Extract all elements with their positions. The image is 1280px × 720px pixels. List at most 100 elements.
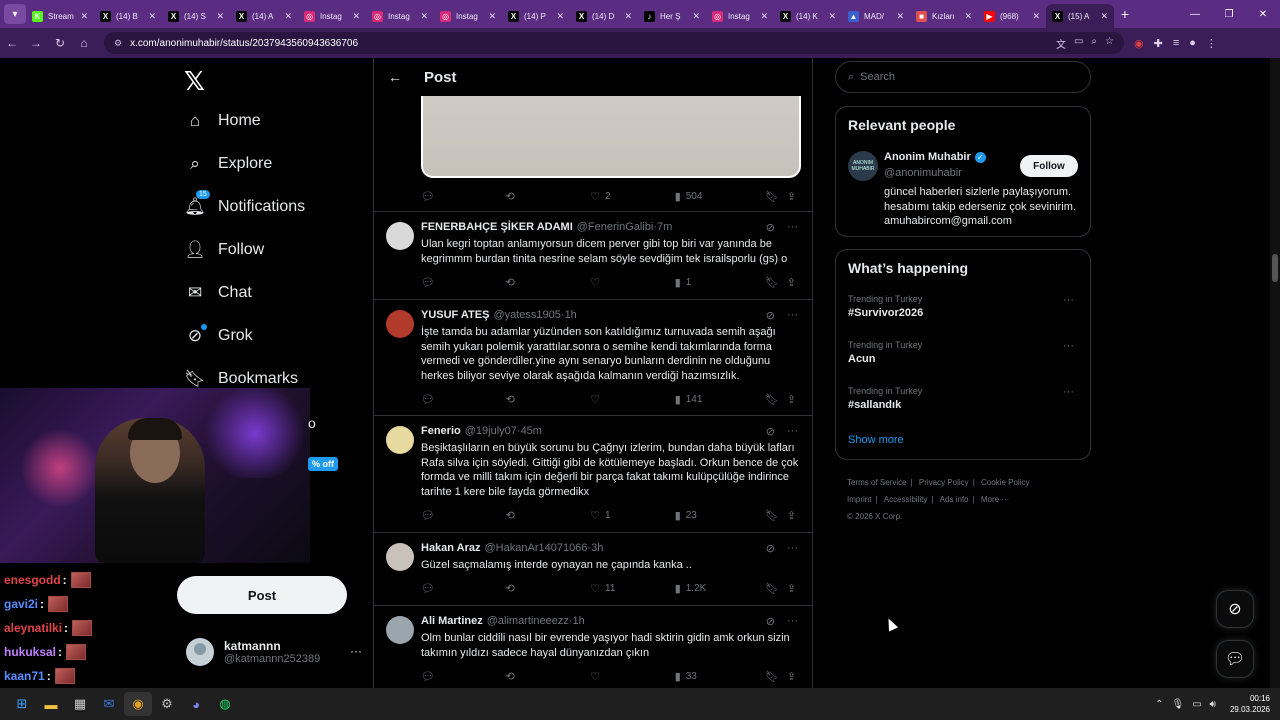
like-button[interactable]: ♡	[590, 276, 675, 289]
bookmark-button[interactable]: 🔖︎	[765, 393, 787, 406]
browser-tab[interactable]: X (14) S ✕	[162, 4, 230, 28]
bookmark-icon[interactable]: 🔖︎	[765, 190, 787, 203]
author-name[interactable]: Ali Martinez	[421, 615, 483, 627]
close-tab-icon[interactable]: ✕	[284, 11, 292, 22]
profile-icon[interactable]: ●	[1189, 37, 1196, 50]
sidebar-item-explore[interactable]: ⌕ Explore	[184, 153, 272, 175]
timestamp[interactable]: 1h	[565, 309, 577, 321]
bookmark-button[interactable]: 🔖︎	[765, 670, 787, 683]
browser-tab[interactable]: ◎ Instag ✕	[366, 4, 434, 28]
share-button[interactable]: ⇪	[787, 582, 801, 595]
retweet-icon[interactable]: ⟲	[506, 190, 591, 203]
views-button[interactable]: ▮ 23	[675, 509, 765, 522]
grok-explain-icon[interactable]: ⊘	[766, 425, 775, 438]
more-icon[interactable]: ···	[787, 425, 798, 438]
author-name[interactable]: YUSUF ATEŞ	[421, 309, 489, 321]
star-icon[interactable]: ☆	[1105, 36, 1114, 51]
reply-button[interactable]: 💬︎	[421, 509, 506, 522]
reply-tweet[interactable]: Hakan Araz @HakanAr14071066 · 3h ⊘ ··· Güzel…	[374, 532, 812, 605]
author-name[interactable]: FENERBAHÇE ŞİKER ADAMI	[421, 221, 573, 233]
close-tab-icon[interactable]: ✕	[964, 11, 972, 22]
share-button[interactable]: ⇪	[787, 276, 801, 289]
like-button[interactable]: ♡ 1	[590, 509, 675, 522]
browser-tab[interactable]: X (14) A ✕	[230, 4, 298, 28]
sidebar-item-bookmarks[interactable]: 🔖︎ Bookmarks	[184, 368, 298, 390]
forward-icon[interactable]: →	[24, 36, 48, 50]
avatar[interactable]	[386, 616, 414, 644]
reply-tweet[interactable]: Fenerio @19july07 · 45m ⊘ ··· Beşiktaşlıları…	[374, 415, 812, 532]
author-name[interactable]: Hakan Araz	[421, 542, 481, 554]
reply-tweet[interactable]: YUSUF ATEŞ @yatess1905 · 1h ⊘ ··· İşte tamda…	[374, 299, 812, 415]
bookmark-button[interactable]: 🔖︎	[765, 582, 787, 595]
sidebar-item-chat[interactable]: ✉ Chat	[184, 282, 252, 304]
puzzle-icon[interactable]: ✚	[1154, 37, 1163, 50]
retweet-button[interactable]: ⟲	[506, 582, 591, 595]
sidebar-item-follow[interactable]: 👤︎ Follow	[184, 239, 264, 261]
share-button[interactable]: ⇪	[787, 393, 801, 406]
close-window-button[interactable]: ✕	[1246, 9, 1280, 20]
close-tab-icon[interactable]: ✕	[624, 11, 632, 22]
footer-link[interactable]: Accessibility	[884, 495, 928, 504]
browser-tab[interactable]: K Stream ✕	[26, 4, 94, 28]
reply-button[interactable]: 💬︎	[421, 276, 506, 289]
more-icon[interactable]: ···	[1063, 294, 1074, 306]
media-icon[interactable]: ≡	[1173, 37, 1179, 50]
timestamp[interactable]: 45m	[521, 425, 542, 437]
scrollbar-thumb[interactable]	[1272, 254, 1278, 282]
extension-icon[interactable]: ◉	[1134, 37, 1144, 50]
footer-link[interactable]: Ads info	[940, 495, 969, 504]
close-tab-icon[interactable]: ✕	[352, 11, 360, 22]
tab-search-dropdown[interactable]: ▾	[4, 4, 26, 24]
views-button[interactable]: ▮ 1.2K	[675, 582, 765, 595]
reply-icon[interactable]: 💬︎	[421, 190, 506, 203]
share-button[interactable]: ⇪	[787, 670, 801, 683]
footer-link[interactable]: Privacy Policy	[919, 478, 969, 487]
translate-icon[interactable]: 文	[1056, 36, 1066, 51]
account-switcher[interactable]: katmannn @katmannn252389 ···	[186, 638, 366, 666]
url-bar[interactable]: ⚙ x.com/anonimuhabir/status/203794356094…	[104, 32, 1124, 54]
reload-icon[interactable]: ↻	[48, 36, 72, 50]
browser-tab[interactable]: ▶ (968) ✕	[978, 4, 1046, 28]
more-icon[interactable]: ···	[787, 615, 798, 628]
chrome-icon[interactable]: ◉	[124, 692, 152, 716]
new-tab-button[interactable]: +	[1114, 6, 1136, 22]
reply-button[interactable]: 💬︎	[421, 393, 506, 406]
browser-tab[interactable]: X (15) A ✕	[1046, 4, 1114, 28]
show-more-link[interactable]: Show more	[848, 434, 904, 446]
home-button-icon[interactable]: ⌂	[72, 36, 96, 50]
retweet-button[interactable]: ⟲	[506, 393, 591, 406]
person-name[interactable]: Anonim Muhabir ✓	[884, 151, 986, 163]
like-button[interactable]: ♡	[590, 670, 675, 683]
browser-tab[interactable]: ◎ Instag ✕	[706, 4, 774, 28]
close-tab-icon[interactable]: ✕	[760, 11, 768, 22]
browser-tab[interactable]: X (14) B ✕	[94, 4, 162, 28]
grok-fab-icon[interactable]: ⊘	[1216, 590, 1254, 628]
browser-tab[interactable]: ♪ Her Ş ✕	[638, 4, 706, 28]
outlook-icon[interactable]: ✉	[95, 692, 123, 716]
like-button[interactable]: ♡	[590, 393, 675, 406]
retweet-button[interactable]: ⟲	[506, 670, 591, 683]
start-icon[interactable]: ⊞	[8, 692, 36, 716]
avatar[interactable]	[386, 543, 414, 571]
messages-fab-icon[interactable]: 💬︎	[1216, 640, 1254, 678]
restore-button[interactable]: ❐	[1212, 9, 1246, 20]
close-tab-icon[interactable]: ✕	[828, 11, 836, 22]
sidebar-item-grok[interactable]: ⊘ Grok	[184, 324, 253, 347]
browser-tab[interactable]: X (14) D ✕	[570, 4, 638, 28]
avatar[interactable]: ANONIM MUHABIR	[848, 151, 878, 181]
avatar[interactable]	[386, 222, 414, 250]
more-icon[interactable]: ···	[787, 542, 798, 555]
grok-explain-icon[interactable]: ⊘	[766, 221, 775, 234]
close-tab-icon[interactable]: ✕	[692, 11, 700, 22]
browser-tab[interactable]: X (14) K ✕	[774, 4, 842, 28]
volume-icon[interactable]: 🔊︎	[1210, 699, 1216, 710]
steam-icon[interactable]: ⚙	[153, 692, 181, 716]
back-icon[interactable]: ←	[0, 36, 24, 50]
reply-tweet[interactable]: Ali Martinez @alimartineeezz · 1h ⊘ ··· Olm …	[374, 605, 812, 688]
bookmark-button[interactable]: 🔖︎	[765, 509, 787, 522]
file-explorer-icon[interactable]: ▬	[37, 692, 65, 716]
post-image[interactable]	[421, 96, 801, 178]
network-icon[interactable]: ▭	[1192, 699, 1201, 710]
page-scrollbar[interactable]	[1270, 58, 1280, 688]
views-button[interactable]: ▮ 141	[675, 393, 765, 406]
